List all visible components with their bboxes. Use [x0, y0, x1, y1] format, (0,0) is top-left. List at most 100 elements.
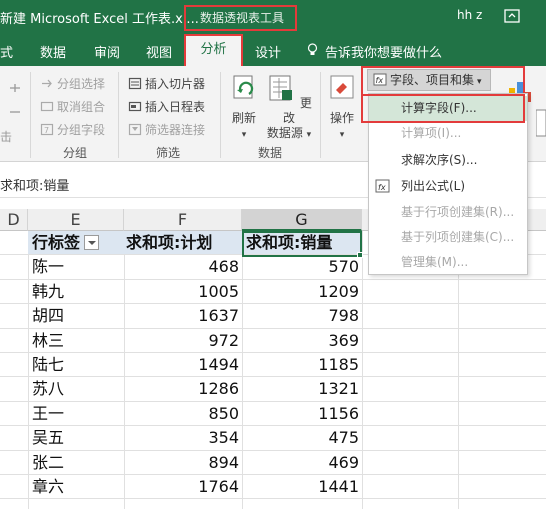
tab-design[interactable]: 设计 — [255, 42, 281, 61]
sales-value[interactable]: 1209 — [242, 280, 362, 303]
row-label[interactable]: 吴五 — [32, 426, 64, 449]
ungroup-button[interactable]: 取消组合 — [40, 98, 105, 115]
plan-value[interactable]: 354 — [124, 426, 242, 449]
row-label[interactable]: 胡四 — [32, 304, 64, 327]
menu-item-list-formulas[interactable]: fx 列出公式(L) — [369, 174, 527, 199]
filter-section-label: 筛选 — [156, 146, 181, 160]
insert-timeline-label: 插入日程表 — [145, 100, 206, 114]
separator — [118, 72, 119, 158]
separator — [30, 72, 31, 158]
pivot-tools-title: 数据透视表工具 — [200, 11, 285, 25]
collapse-field-icon[interactable] — [8, 106, 22, 118]
row-label[interactable]: 林三 — [32, 329, 64, 352]
plan-value[interactable]: 468 — [124, 255, 242, 278]
sales-value[interactable]: 1441 — [242, 475, 362, 498]
plan-value[interactable]: 1494 — [124, 353, 242, 376]
insert-slicer-button[interactable]: 插入切片器 — [128, 75, 205, 92]
tab-view[interactable]: 视图 — [146, 42, 172, 61]
row-label[interactable]: 陈一 — [32, 255, 64, 278]
column-header-g[interactable]: G — [242, 209, 362, 231]
group-field-button[interactable]: 7 分组字段 — [40, 121, 105, 138]
list-formulas-label: 列出公式(L) — [401, 179, 466, 193]
sales-value[interactable]: 1156 — [242, 402, 362, 425]
timeline-icon — [128, 101, 142, 112]
tab-analyze[interactable]: 分析 — [186, 36, 241, 66]
insert-slicer-label: 插入切片器 — [145, 77, 206, 91]
calculated-item-label: 计算项(I)... — [401, 126, 462, 140]
user-name[interactable]: hh z — [457, 8, 482, 22]
row-label[interactable]: 章六 — [32, 475, 64, 498]
row-labels-text: 行标签 — [32, 233, 81, 252]
table-row: 韩九 1005 1209 — [0, 280, 546, 305]
menu-item-create-set-rows[interactable]: 基于行项创建集(R)... — [369, 200, 527, 225]
row-label[interactable]: 陆七 — [32, 353, 64, 376]
column-header-e[interactable]: E — [28, 209, 124, 231]
plan-value[interactable]: 1764 — [124, 475, 242, 498]
sales-value[interactable]: 570 — [242, 255, 362, 278]
plan-value[interactable]: 894 — [124, 451, 242, 474]
group-selection-button[interactable]: 分组选择 — [40, 75, 105, 92]
fields-items-sets-label: 字段、项目和集 — [390, 73, 475, 87]
insert-timeline-button[interactable]: 插入日程表 — [128, 98, 205, 115]
row-label[interactable]: 张二 — [32, 451, 64, 474]
slicer-icon — [128, 77, 142, 90]
expand-field-icon[interactable] — [8, 82, 22, 94]
plan-sum-header[interactable]: 求和项:计划 — [126, 231, 242, 254]
change-data-source-icon — [269, 75, 293, 101]
change-source-button[interactable]: 更改 数据源 ▾ — [264, 74, 314, 143]
tell-me-text: 告诉我你想要做什么 — [325, 46, 443, 61]
sales-value[interactable]: 1321 — [242, 377, 362, 400]
ribbon-display-options-icon[interactable] — [503, 7, 521, 25]
tell-me-box[interactable]: 告诉我你想要做什么 — [307, 42, 442, 61]
menu-item-manage-sets[interactable]: 管理集(M)... — [369, 250, 527, 275]
table-row: 王一 850 1156 — [0, 402, 546, 427]
column-header-f[interactable]: F — [124, 209, 242, 231]
data-section-label: 数据 — [258, 146, 283, 160]
sales-value[interactable]: 369 — [242, 329, 362, 352]
actions-label: 操作 — [329, 111, 354, 125]
filter-dropdown-icon[interactable] — [84, 235, 100, 250]
tab-review[interactable]: 审阅 — [94, 42, 120, 61]
filter-connections-button[interactable]: 筛选器连接 — [128, 121, 205, 138]
group-field-icon: 7 — [40, 123, 54, 136]
recommended-pivot-icon[interactable] — [536, 108, 546, 138]
group-selection-label: 分组选择 — [57, 77, 106, 91]
menu-item-solve-order[interactable]: 求解次序(S)... — [369, 148, 527, 173]
table-row: 陆七 1494 1185 — [0, 353, 546, 378]
dropdown-arrow-icon: ▾ — [477, 77, 482, 87]
fill-handle[interactable] — [357, 252, 363, 258]
plan-value[interactable]: 1637 — [124, 304, 242, 327]
refresh-button[interactable]: 刷新 ▾ — [226, 74, 262, 143]
actions-icon — [330, 75, 354, 99]
tab-formulas[interactable]: 式 — [0, 42, 13, 61]
column-header-d[interactable]: D — [0, 209, 28, 231]
plan-value[interactable]: 850 — [124, 402, 242, 425]
refresh-icon — [233, 75, 254, 99]
plan-value[interactable]: 972 — [124, 329, 242, 352]
sales-value[interactable]: 469 — [242, 451, 362, 474]
ungroup-icon — [40, 101, 54, 112]
row-label[interactable]: 王一 — [32, 402, 64, 425]
sales-value[interactable]: 1185 — [242, 353, 362, 376]
plan-value[interactable]: 1286 — [124, 377, 242, 400]
svg-text:7: 7 — [44, 126, 49, 135]
row-labels-header[interactable]: 行标签 — [32, 231, 124, 254]
actions-button[interactable]: 操作 ▾ — [325, 74, 359, 143]
formula-content: 求和项:销量 — [0, 179, 70, 194]
row-label[interactable]: 苏八 — [32, 377, 64, 400]
sales-value[interactable]: 475 — [242, 426, 362, 449]
menu-item-calculated-item[interactable]: 计算项(I)... — [369, 121, 527, 146]
tab-data[interactable]: 数据 — [40, 42, 66, 61]
create-set-columns-label: 基于列项创建集(C)... — [401, 230, 515, 244]
fields-items-sets-menu: 计算字段(F)... 计算项(I)... 求解次序(S)... fx 列出公式(… — [368, 93, 528, 275]
menu-item-create-set-columns[interactable]: 基于列项创建集(C)... — [369, 225, 527, 250]
menu-item-calculated-field[interactable]: 计算字段(F)... — [369, 96, 527, 121]
change-source-label-2: 数据源 — [266, 126, 303, 140]
plan-value[interactable]: 1005 — [124, 280, 242, 303]
fx-icon: fx — [373, 73, 387, 86]
solve-order-label: 求解次序(S)... — [401, 153, 478, 167]
sales-value[interactable]: 798 — [242, 304, 362, 327]
fields-items-sets-button[interactable]: fx 字段、项目和集 ▾ — [367, 69, 491, 91]
row-label[interactable]: 韩九 — [32, 280, 64, 303]
ungroup-label: 取消组合 — [57, 100, 106, 114]
